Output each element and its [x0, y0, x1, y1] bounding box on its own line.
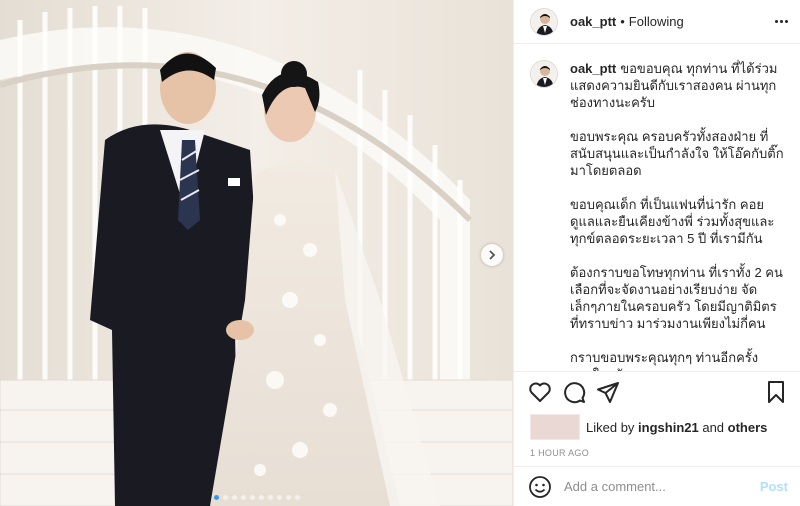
- likes-conjunction: and: [698, 419, 728, 435]
- comment-composer: Post: [514, 466, 800, 506]
- carousel-indicator: [0, 495, 513, 500]
- carousel-dot: [231, 495, 237, 500]
- caption-section: oak_ptt ขอขอบคุณ ทุกท่าน ที่ได้ร่วมแสดงคว…: [514, 44, 800, 372]
- chevron-right-icon: [489, 250, 496, 260]
- profile-picture: [531, 8, 557, 35]
- caption-paragraph: oak_ptt ขอขอบคุณ ทุกท่าน ที่ได้ร่วมแสดงคว…: [570, 60, 784, 111]
- next-photo-button[interactable]: [481, 244, 503, 266]
- caption-text: oak_ptt ขอขอบคุณ ทุกท่าน ที่ได้ร่วมแสดงคว…: [570, 60, 784, 371]
- liker-avatars[interactable]: [530, 414, 580, 440]
- likes-others-link[interactable]: others: [728, 420, 768, 435]
- comment-icon[interactable]: [562, 380, 586, 404]
- avatar[interactable]: [530, 60, 558, 88]
- post-timestamp[interactable]: 1 HOUR AGO: [514, 442, 800, 466]
- separator-dot: •: [620, 14, 625, 29]
- likes-summary: Liked by ingshin21 and others: [514, 412, 800, 442]
- caption-paragraph: ขอบคุณเด็ก ที่เป็นแฟนที่น่ารัก คอยดูแลแล…: [570, 197, 775, 246]
- caption-paragraph: กราบขอบพระคุณทุกๆ ท่านอีกครั้ง จากใจครับ: [570, 350, 759, 371]
- avatar[interactable]: [530, 7, 558, 36]
- carousel-dot: [276, 495, 282, 500]
- comment-input[interactable]: [564, 479, 760, 494]
- carousel-dot: [222, 495, 228, 500]
- bookmark-icon[interactable]: [764, 380, 788, 404]
- header-username[interactable]: oak_ptt: [570, 14, 616, 29]
- caption-username[interactable]: oak_ptt: [570, 61, 616, 76]
- carousel-dot: [213, 495, 219, 500]
- heart-icon[interactable]: [528, 380, 552, 404]
- caption-paragraph: ขอบพระคุณ ครอบครัวทั้งสองฝ่าย ที่สนับสนุ…: [570, 129, 784, 178]
- post-comment-button[interactable]: Post: [760, 479, 788, 494]
- carousel-dot: [285, 495, 291, 500]
- carousel-dot: [249, 495, 255, 500]
- post-header: oak_ptt • Following: [514, 0, 800, 44]
- following-button[interactable]: Following: [629, 14, 684, 29]
- more-options-icon[interactable]: [775, 14, 788, 29]
- carousel-dot: [258, 495, 264, 500]
- smiley-icon[interactable]: [528, 475, 552, 499]
- carousel-dot: [240, 495, 246, 500]
- carousel-dot: [294, 495, 300, 500]
- wedding-photo-illustration: [0, 0, 513, 506]
- post-side-panel: oak_ptt • Following oak_ptt ขอขอบคุณ ทุก…: [513, 0, 800, 506]
- post-photo[interactable]: [0, 0, 513, 506]
- likes-prefix: Liked by: [586, 419, 639, 435]
- liker-username[interactable]: ingshin21: [638, 420, 699, 435]
- likes-text: Liked by ingshin21 and others: [586, 420, 767, 435]
- action-bar: [514, 372, 800, 412]
- profile-picture: [531, 61, 557, 87]
- carousel-dot: [267, 495, 273, 500]
- share-icon[interactable]: [596, 380, 620, 404]
- instagram-post: oak_ptt • Following oak_ptt ขอขอบคุณ ทุก…: [0, 0, 800, 506]
- caption-paragraph: ต้องกราบขอโทษทุกท่าน ที่เราทั้ง 2 คนเลือ…: [570, 265, 783, 331]
